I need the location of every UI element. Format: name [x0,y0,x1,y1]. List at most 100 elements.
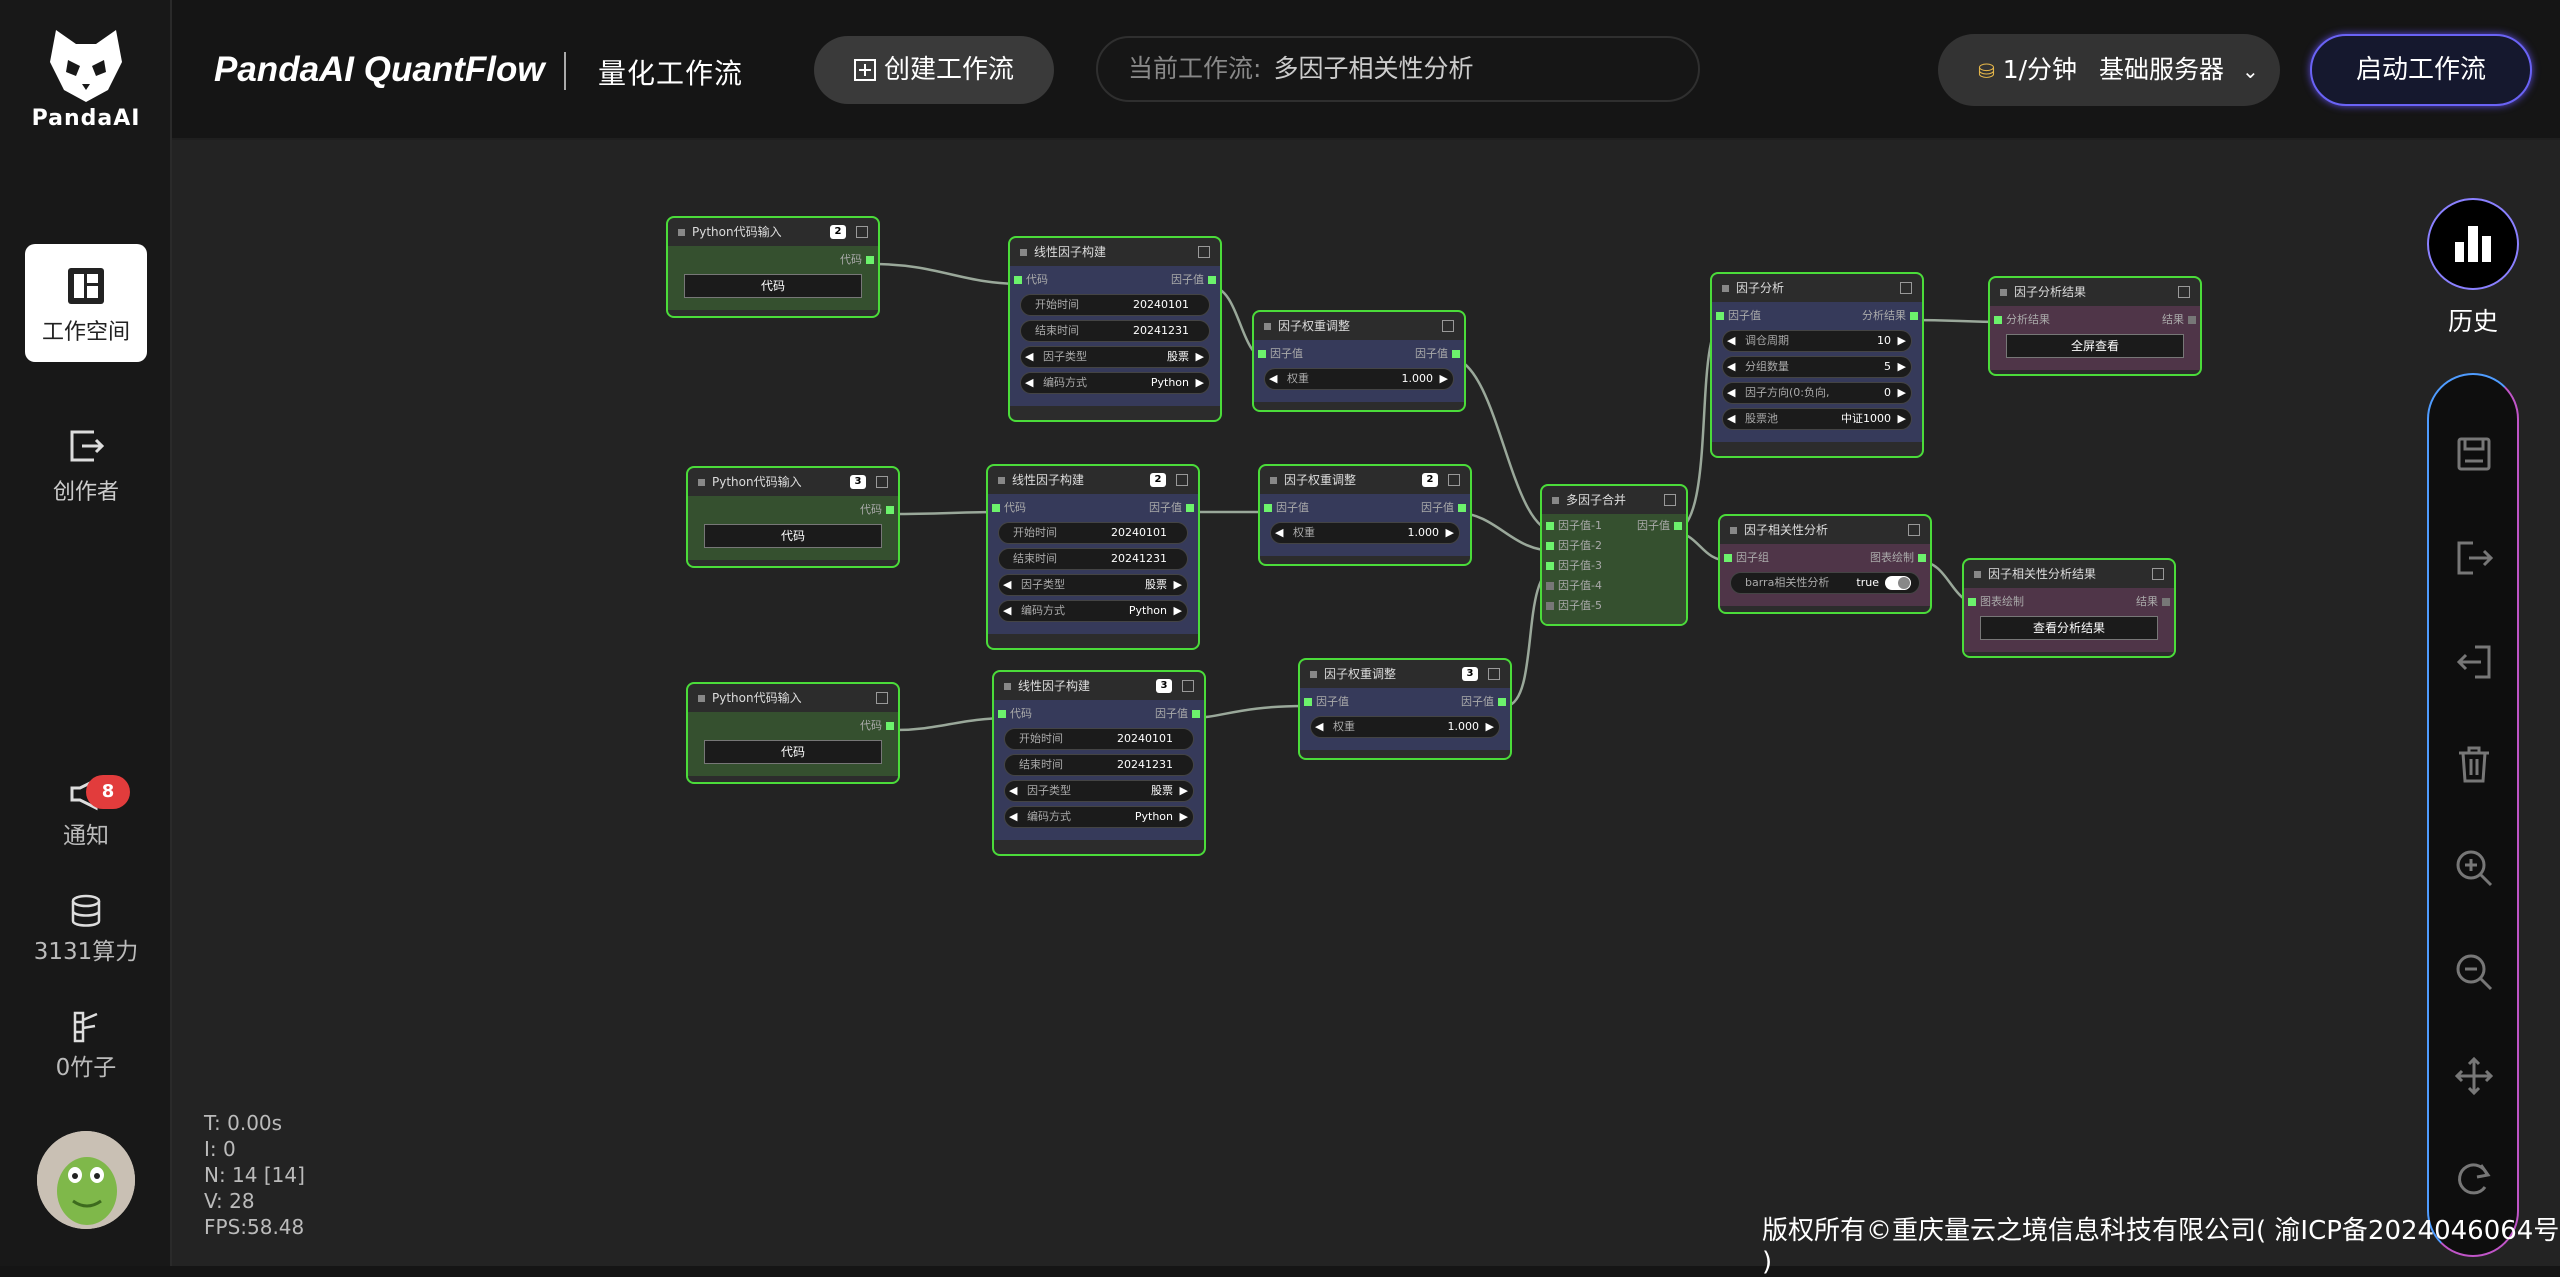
weight-stepper[interactable]: 权重 1.000 [1270,522,1460,544]
output-port[interactable] [2162,598,2170,606]
coding-mode-selector[interactable]: 编码方式 Python [1004,806,1194,828]
rebalance-period-stepper[interactable]: 调仓周期 10 [1722,330,1912,352]
node-count-badge: 2 [830,225,846,239]
multi-factor-merge-node[interactable]: 多因子合并 因子值-1 因子值 因子值-2 因子值-3 因子值-4 因子值-5 [1540,484,1688,626]
edit-icon[interactable] [1908,524,1920,536]
weight-node-2[interactable]: 因子权重调整 2 因子值 因子值 权重 1.000 [1258,464,1472,566]
end-date-field[interactable]: 结束时间 20241231 [998,548,1188,570]
barra-correlation-toggle[interactable]: barra相关性分析 true [1730,572,1920,594]
node-title: 线性因子构建 [1018,679,1091,693]
input-port[interactable] [992,504,1000,512]
edit-icon[interactable] [1900,282,1912,294]
field-value: 股票 [1145,578,1167,591]
factor-correlation-node[interactable]: 因子相关性分析 因子组 图表绘制 barra相关性分析 true [1718,514,1932,614]
node-title: 因子分析结果 [2014,285,2087,299]
input-port[interactable] [1546,562,1554,570]
output-port[interactable] [1452,350,1460,358]
code-button[interactable]: 代码 [704,524,882,548]
group-count-stepper[interactable]: 分组数量 5 [1722,356,1912,378]
zoom-out-button[interactable] [2451,949,2497,995]
weight-node-1[interactable]: 因子权重调整 因子值 因子值 权重 1.000 [1252,310,1466,412]
factor-analysis-node[interactable]: 因子分析 因子值 分析结果 调仓周期 10 分组数量 5 因子方向(0:负向, 0 股票… [1710,272,1924,458]
input-port[interactable] [1258,350,1266,358]
output-port[interactable] [1910,312,1918,320]
view-analysis-result-button[interactable]: 查看分析结果 [1980,616,2158,640]
weight-stepper[interactable]: 权重 1.000 [1310,716,1500,738]
output-port[interactable] [1918,554,1926,562]
input-port[interactable] [1546,602,1554,610]
fit-view-button[interactable] [2451,1053,2497,1099]
output-label: 因子值 [1171,273,1204,286]
edit-icon[interactable] [1488,668,1500,680]
field-label: 开始时间 [1035,298,1079,311]
end-date-field[interactable]: 结束时间 20241231 [1020,320,1210,342]
weight-node-3[interactable]: 因子权重调整 3 因子值 因子值 权重 1.000 [1298,658,1512,760]
edit-icon[interactable] [2152,568,2164,580]
linear-factor-node-2[interactable]: 线性因子构建 2 代码 因子值 开始时间 20240101 结束时间 20241231 … [986,464,1200,650]
coding-mode-selector[interactable]: 编码方式 Python [998,600,1188,622]
input-port[interactable] [1968,598,1976,606]
factor-analysis-result-node[interactable]: 因子分析结果 分析结果 结果 全屏查看 [1988,276,2202,376]
output-port[interactable] [1498,698,1506,706]
coding-mode-selector[interactable]: 编码方式 Python [1020,372,1210,394]
delete-button[interactable] [2451,741,2497,787]
output-port[interactable] [2188,316,2196,324]
output-port[interactable] [1192,710,1200,718]
factor-direction-stepper[interactable]: 因子方向(0:负向, 0 [1722,382,1912,404]
input-port[interactable] [1304,698,1312,706]
output-port[interactable] [1208,276,1216,284]
edit-icon[interactable] [2178,286,2190,298]
linear-factor-node-1[interactable]: 线性因子构建 代码 因子值 开始时间 20240101 结束时间 20241231 因… [1008,236,1222,422]
start-date-field[interactable]: 开始时间 20240101 [1020,294,1210,316]
toggle-switch[interactable] [1885,576,1911,590]
output-port[interactable] [1186,504,1194,512]
output-port[interactable] [1674,522,1682,530]
edit-icon[interactable] [876,692,888,704]
end-date-field[interactable]: 结束时间 20241231 [1004,754,1194,776]
edit-icon[interactable] [856,226,868,238]
python-input-node-3[interactable]: Python代码输入 代码 代码 [686,682,900,784]
input-port[interactable] [1546,582,1554,590]
stock-pool-selector[interactable]: 股票池 中证1000 [1722,408,1912,430]
import-button[interactable] [2451,639,2497,685]
edit-icon[interactable] [1442,320,1454,332]
zoom-in-button[interactable] [2451,845,2497,891]
history-button[interactable] [2427,198,2519,290]
factor-correlation-result-node[interactable]: 因子相关性分析结果 图表绘制 结果 查看分析结果 [1962,558,2176,658]
start-date-field[interactable]: 开始时间 20240101 [1004,728,1194,750]
edit-icon[interactable] [1182,680,1194,692]
edit-icon[interactable] [1664,494,1676,506]
input-port[interactable] [998,710,1006,718]
output-port[interactable] [886,722,894,730]
edit-icon[interactable] [876,476,888,488]
input-port[interactable] [1264,504,1272,512]
field-label: 结束时间 [1013,552,1057,565]
export-button[interactable] [2451,535,2497,581]
linear-factor-node-3[interactable]: 线性因子构建 3 代码 因子值 开始时间 20240101 结束时间 20241231 … [992,670,1206,856]
reset-button[interactable] [2451,1155,2497,1201]
output-port[interactable] [866,256,874,264]
input-port[interactable] [1014,276,1022,284]
factor-type-selector[interactable]: 因子类型 股票 [1004,780,1194,802]
edit-icon[interactable] [1448,474,1460,486]
save-button[interactable] [2451,431,2497,477]
input-port[interactable] [1716,312,1724,320]
save-icon [2457,437,2491,471]
input-port[interactable] [1724,554,1732,562]
code-button[interactable]: 代码 [704,740,882,764]
edit-icon[interactable] [1176,474,1188,486]
weight-stepper[interactable]: 权重 1.000 [1264,368,1454,390]
input-port[interactable] [1994,316,2002,324]
factor-type-selector[interactable]: 因子类型 股票 [1020,346,1210,368]
code-button[interactable]: 代码 [684,274,862,298]
output-port[interactable] [1458,504,1466,512]
edit-icon[interactable] [1198,246,1210,258]
output-port[interactable] [886,506,894,514]
input-port[interactable] [1546,542,1554,550]
fullscreen-view-button[interactable]: 全屏查看 [2006,334,2184,358]
python-input-node-1[interactable]: Python代码输入 2 代码 代码 [666,216,880,318]
python-input-node-2[interactable]: Python代码输入 3 代码 代码 [686,466,900,568]
factor-type-selector[interactable]: 因子类型 股票 [998,574,1188,596]
start-date-field[interactable]: 开始时间 20240101 [998,522,1188,544]
input-port[interactable] [1546,522,1554,530]
